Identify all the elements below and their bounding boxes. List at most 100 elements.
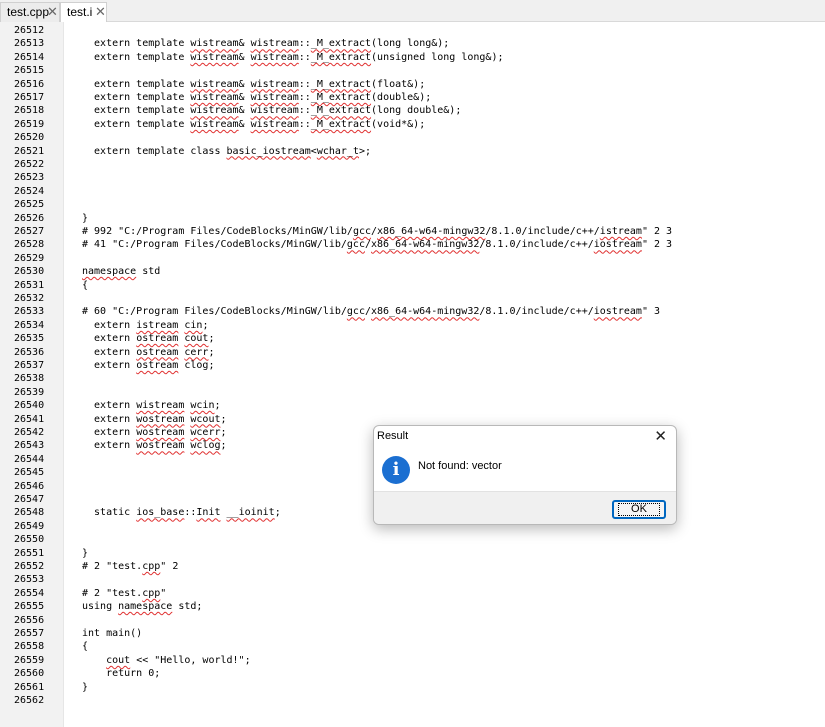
code-line[interactable]: 26556 (0, 614, 825, 627)
code-line[interactable]: 26550 (0, 533, 825, 546)
line-text: namespace std (82, 265, 160, 278)
code-line[interactable]: 26518 extern template wistream& wistream… (0, 104, 825, 117)
spell-error-token: wostream (136, 440, 185, 452)
code-token: extern (82, 346, 137, 358)
spell-error-token: _M_extract (310, 118, 372, 130)
spell-error-token: istream (136, 319, 179, 331)
line-number: 26550 (14, 534, 45, 546)
code-line[interactable]: 26561} (0, 681, 825, 694)
code-line[interactable]: 26525 (0, 198, 825, 211)
code-token: ; (220, 440, 227, 452)
tab-test-i[interactable]: test.i ✕ (60, 2, 107, 23)
line-text: extern wostream wclog; (82, 439, 227, 452)
info-icon: i (382, 456, 410, 484)
code-line[interactable]: 26520 (0, 131, 825, 144)
code-line[interactable]: 26523 (0, 171, 825, 184)
code-line[interactable]: 26537 extern ostream clog; (0, 359, 825, 372)
code-line[interactable]: 26512 (0, 24, 825, 37)
tab-label: test.i (67, 5, 93, 19)
ok-button-label: OK (618, 503, 660, 516)
code-line[interactable]: 26562 (0, 694, 825, 707)
spell-error-token: wistream (250, 78, 299, 90)
spell-error-token: cout (184, 333, 209, 345)
line-number: 26542 (14, 427, 45, 438)
close-icon[interactable]: ✕ (654, 427, 667, 445)
code-token: ; (214, 400, 221, 412)
line-number: 26558 (14, 641, 45, 653)
line-number: 26516 (14, 78, 45, 90)
code-line[interactable]: 26532 (0, 292, 825, 305)
code-line[interactable]: 26530 namespace std (0, 265, 825, 278)
code-line[interactable]: 26513 extern template wistream& wistream… (0, 37, 825, 50)
line-number: 26524 (14, 185, 45, 197)
line-number: 26546 (14, 480, 45, 492)
code-token: ; (202, 319, 209, 331)
line-number: 26533 (14, 306, 45, 318)
code-line[interactable]: 26559 cout << "Hello, world!"; (0, 654, 825, 667)
code-line[interactable]: 26552 # 2 "test.cpp" 2 (0, 560, 825, 573)
code-token: & (238, 105, 251, 117)
spell-error-token: wistream (250, 105, 299, 117)
code-line[interactable]: 26558 { (0, 640, 825, 653)
close-icon[interactable]: ✕ (47, 3, 58, 21)
code-line[interactable]: 26514 extern template wistream& wistream… (0, 51, 825, 64)
code-line[interactable]: 26539 (0, 386, 825, 399)
code-line[interactable]: 26524 (0, 185, 825, 198)
code-token: << "Hello, world!"; (130, 654, 251, 666)
line-number: 26521 (14, 145, 45, 157)
line-number: 26540 (14, 400, 45, 412)
code-line[interactable]: 26557 int main() (0, 627, 825, 640)
line-number: 26552 (14, 561, 45, 572)
code-token: (double&); (371, 92, 432, 103)
spell-error-token: cpp (142, 587, 161, 599)
code-line[interactable]: 26522 (0, 158, 825, 171)
code-line[interactable]: 26533 # 60 "C:/Program Files/CodeBlocks/M… (0, 305, 825, 318)
code-editor[interactable]: 26512 26513 extern template wistream& wis… (0, 22, 825, 727)
code-line[interactable]: 26516 extern template wistream& wistream… (0, 78, 825, 91)
code-token: # 2 "test. (82, 561, 143, 572)
code-line[interactable]: 26534 extern istream cin; (0, 319, 825, 332)
code-line[interactable]: 26521 extern template class basic_iostre… (0, 145, 825, 158)
code-token: extern (82, 333, 137, 345)
code-token: clog; (178, 360, 215, 371)
code-line[interactable]: 26529 (0, 252, 825, 265)
line-number: 26520 (14, 132, 45, 144)
code-line[interactable]: 26535 extern ostream cout; (0, 332, 825, 345)
line-number: 26514 (14, 51, 45, 63)
spell-error-token: wistream (250, 92, 299, 103)
code-line[interactable]: 26536 extern ostream cerr; (0, 346, 825, 359)
code-line[interactable]: 26540 extern wistream wcin; (0, 399, 825, 412)
code-token: :: (298, 92, 311, 103)
code-line[interactable]: 26555 using namespace std; (0, 600, 825, 613)
code-line[interactable]: 26554 # 2 "test.cpp" (0, 587, 825, 600)
code-line[interactable]: 26553 (0, 573, 825, 586)
line-text: cout << "Hello, world!"; (82, 654, 251, 667)
code-token: " 2 (160, 561, 179, 572)
code-line[interactable]: 26527 # 992 "C:/Program Files/CodeBlocks/… (0, 225, 825, 238)
code-line[interactable]: 26519 extern template wistream& wistream… (0, 118, 825, 131)
line-text: # 2 "test.cpp" (82, 587, 166, 600)
spell-error-token: wistream (136, 400, 185, 412)
spell-error-token: gcc (346, 306, 365, 318)
tab-test-cpp[interactable]: test.cpp ✕ (0, 2, 60, 22)
code-line[interactable]: 26541 extern wostream wcout; (0, 413, 825, 426)
line-text: static ios_base::Init __ioinit; (82, 506, 281, 519)
close-icon[interactable]: ✕ (95, 3, 106, 21)
line-number: 26543 (14, 440, 45, 452)
code-line[interactable]: 26526} (0, 212, 825, 225)
code-line[interactable]: 26538 (0, 372, 825, 385)
code-token: return 0; (82, 668, 161, 680)
line-number: 26513 (14, 38, 45, 50)
spell-error-token: wistream (250, 38, 299, 50)
code-line[interactable]: 26560 return 0; (0, 667, 825, 680)
result-dialog: Result ✕ i Not found: vector OK (373, 425, 677, 525)
ok-button[interactable]: OK (612, 500, 666, 519)
line-number: 26560 (14, 668, 45, 680)
code-line[interactable]: 26515 (0, 64, 825, 77)
code-line[interactable]: 26531 { (0, 279, 825, 292)
code-line[interactable]: 26551} (0, 547, 825, 560)
code-token: extern template (82, 38, 191, 50)
code-line[interactable]: 26517 extern template wistream& wistream… (0, 91, 825, 104)
spell-error-token: basic_iostream (226, 145, 311, 157)
code-line[interactable]: 26528 # 41 "C:/Program Files/CodeBlocks/M… (0, 238, 825, 251)
